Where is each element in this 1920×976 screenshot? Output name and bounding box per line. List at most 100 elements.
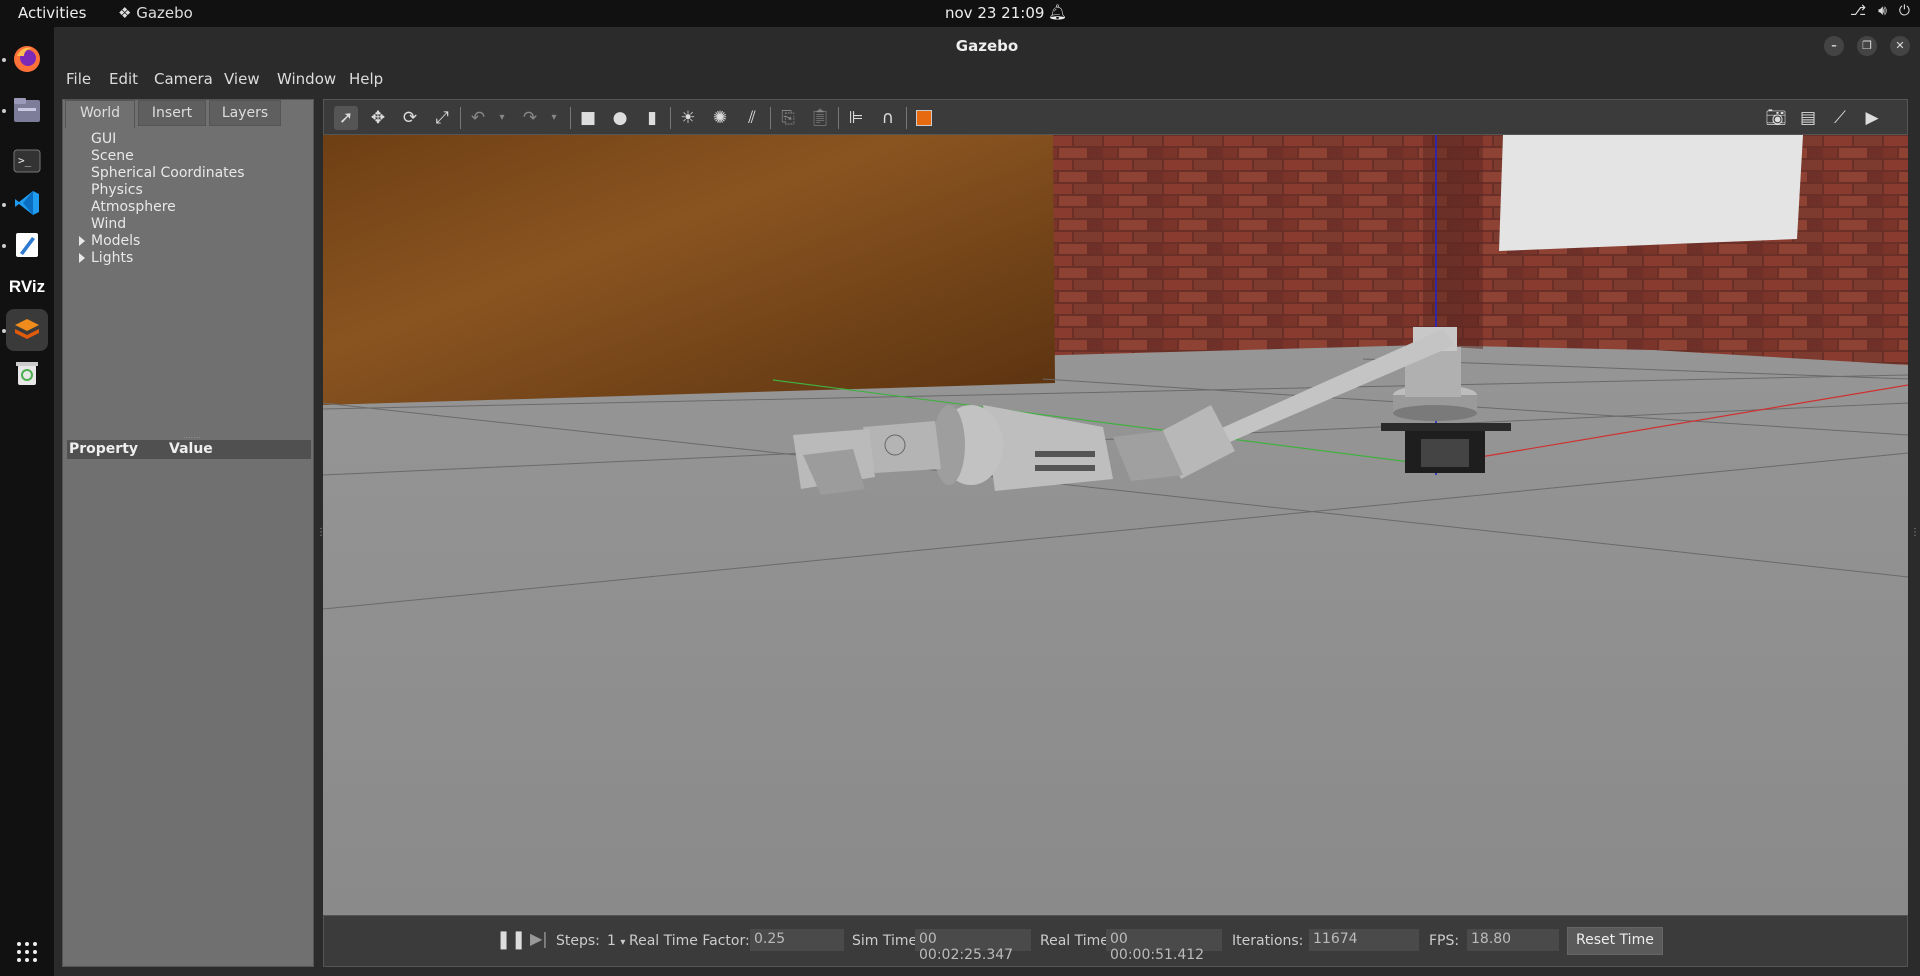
right-panel-resize-handle[interactable]: ⋮ bbox=[1910, 527, 1920, 538]
expand-arrow-icon[interactable] bbox=[79, 253, 85, 263]
fps-field: 18.80 bbox=[1467, 929, 1559, 951]
rotate-mode-icon[interactable]: ⟳ bbox=[398, 106, 422, 130]
menu-camera[interactable]: Camera bbox=[154, 70, 213, 88]
box-shape-icon[interactable]: ■ bbox=[576, 106, 600, 130]
snap-magnet-icon[interactable]: ∩ bbox=[876, 106, 900, 130]
menu-bar: File Edit Camera View Window Help bbox=[54, 64, 1920, 92]
sim-time-label: Sim Time: bbox=[852, 933, 922, 949]
sim-time-field: 00 00:02:25.347 bbox=[915, 929, 1031, 963]
wood-panel bbox=[323, 135, 1055, 405]
gazebo-window: Gazebo – ❐ ✕ File Edit Camera View Windo… bbox=[54, 27, 1920, 976]
vscode-icon[interactable] bbox=[6, 182, 48, 224]
minimize-icon[interactable]: – bbox=[1824, 36, 1844, 56]
redo-icon[interactable]: ↷ bbox=[518, 106, 542, 130]
toolbar: ➚ ✥ ⟳ ⤢ ↶ ▾ ↷ ▾ ■ ● ▮ ☀ ✺ ⫽ ⎘ 📋︎ ⊫ ∩ 📷︎ bbox=[323, 99, 1908, 135]
video-record-icon[interactable]: ▶ bbox=[1860, 106, 1884, 130]
firefox-icon[interactable] bbox=[6, 38, 48, 80]
select-mode-icon[interactable]: ➚ bbox=[334, 106, 358, 130]
toolbar-separator bbox=[770, 107, 771, 129]
bottom-status-bar: ❚❚ ▶| Steps: 1 ▾ Real Time Factor: 0.25 … bbox=[323, 915, 1908, 967]
maximize-icon[interactable]: ❐ bbox=[1857, 36, 1877, 56]
steps-value[interactable]: 1 ▾ bbox=[607, 933, 625, 949]
real-time-field: 00 00:00:51.412 bbox=[1106, 929, 1222, 963]
system-top-bar: Activities ❖ Gazebo nov 23 21:09 🔔︎ ⎇ 🔊︎… bbox=[0, 0, 1920, 27]
tree-item-physics[interactable]: Physics bbox=[91, 182, 143, 199]
align-icon[interactable]: ⊫ bbox=[844, 106, 868, 130]
property-column-header: Property bbox=[69, 441, 139, 457]
menu-file[interactable]: File bbox=[66, 70, 91, 88]
screenshot-icon[interactable]: 📷︎ bbox=[1764, 106, 1788, 130]
sphere-shape-icon[interactable]: ● bbox=[608, 106, 632, 130]
3d-viewport[interactable] bbox=[323, 135, 1908, 915]
steps-value-text: 1 bbox=[607, 933, 616, 949]
toolbar-separator bbox=[838, 107, 839, 129]
tree-item-spherical-coordinates[interactable]: Spherical Coordinates bbox=[91, 165, 245, 182]
rviz-label: RViz bbox=[8, 277, 46, 296]
tree-item-scene[interactable]: Scene bbox=[91, 148, 134, 165]
tree-item-wind[interactable]: Wind bbox=[91, 216, 126, 233]
close-icon[interactable]: ✕ bbox=[1890, 36, 1910, 56]
cylinder-shape-icon[interactable]: ▮ bbox=[640, 106, 664, 130]
undo-icon[interactable]: ↶ bbox=[466, 106, 490, 130]
tree-item-models-label: Models bbox=[91, 233, 141, 249]
reset-time-button[interactable]: Reset Time bbox=[1567, 927, 1663, 955]
gazebo-small-icon: ❖ bbox=[118, 4, 137, 22]
fps-label: FPS: bbox=[1429, 933, 1460, 949]
window-title: Gazebo bbox=[955, 37, 1019, 55]
menu-window[interactable]: Window bbox=[277, 70, 336, 88]
tab-insert[interactable]: Insert bbox=[138, 100, 206, 126]
splitter-handle[interactable]: ....... bbox=[183, 431, 201, 440]
spot-light-icon[interactable]: ✺ bbox=[708, 106, 732, 130]
title-bar[interactable]: Gazebo – ❐ ✕ bbox=[54, 27, 1920, 64]
translate-mode-icon[interactable]: ✥ bbox=[366, 106, 390, 130]
tree-item-lights[interactable]: Lights bbox=[79, 250, 133, 267]
tree-item-models[interactable]: Models bbox=[79, 233, 141, 250]
undo-dropdown-icon[interactable]: ▾ bbox=[490, 106, 514, 130]
log-icon[interactable]: ▤ bbox=[1796, 106, 1820, 130]
notification-bell-icon[interactable]: 🔔︎ bbox=[1048, 3, 1067, 21]
toolbar-separator bbox=[460, 107, 461, 129]
iterations-label: Iterations: bbox=[1232, 933, 1304, 949]
clock[interactable]: nov 23 21:09 bbox=[945, 4, 1044, 22]
text-editor-icon[interactable] bbox=[6, 224, 48, 266]
app-grid-icon[interactable] bbox=[6, 931, 48, 973]
point-light-icon[interactable]: ☀ bbox=[676, 106, 700, 130]
trash-icon[interactable] bbox=[6, 352, 48, 394]
terminal-icon[interactable]: >_ bbox=[6, 140, 48, 182]
value-column-header: Value bbox=[169, 441, 213, 457]
scene-render[interactable] bbox=[323, 135, 1908, 915]
iterations-field: 11674 bbox=[1309, 929, 1419, 951]
toolbar-separator bbox=[906, 107, 907, 129]
steps-dropdown-icon: ▾ bbox=[620, 937, 626, 948]
rtf-field: 0.25 bbox=[750, 929, 844, 951]
gazebo-icon[interactable] bbox=[6, 309, 48, 351]
activities-button[interactable]: Activities bbox=[18, 4, 86, 22]
expand-arrow-icon[interactable] bbox=[79, 236, 85, 246]
copy-icon[interactable]: ⎘ bbox=[776, 106, 800, 130]
tab-world[interactable]: World bbox=[65, 100, 135, 128]
volume-icon: 🔊︎ bbox=[1878, 3, 1887, 19]
plot-icon[interactable]: ⟋ bbox=[1828, 106, 1852, 130]
view-angle-icon[interactable] bbox=[912, 106, 936, 130]
system-tray[interactable]: ⎇ 🔊︎ ⏻ bbox=[1850, 3, 1910, 19]
paste-icon[interactable]: 📋︎ bbox=[808, 106, 832, 130]
toolbar-separator bbox=[670, 107, 671, 129]
tree-item-gui[interactable]: GUI bbox=[91, 131, 116, 148]
left-panel: World Insert Layers GUI Scene Spherical … bbox=[62, 99, 314, 967]
menu-view[interactable]: View bbox=[224, 70, 260, 88]
tab-layers[interactable]: Layers bbox=[209, 100, 281, 126]
pause-icon[interactable]: ❚❚ bbox=[496, 929, 526, 951]
wall-corner-shadow bbox=[1423, 135, 1483, 349]
directional-light-icon[interactable]: ⫽ bbox=[740, 106, 764, 130]
network-icon: ⎇ bbox=[1849, 3, 1867, 19]
step-icon[interactable]: ▶| bbox=[530, 929, 548, 951]
menu-help[interactable]: Help bbox=[349, 70, 383, 88]
rviz-icon[interactable]: RViz bbox=[6, 266, 48, 308]
files-icon[interactable] bbox=[6, 89, 48, 131]
tree-item-atmosphere[interactable]: Atmosphere bbox=[91, 199, 176, 216]
focused-app-menu[interactable]: ❖ Gazebo bbox=[118, 4, 193, 22]
toolbar-separator bbox=[570, 107, 571, 129]
menu-edit[interactable]: Edit bbox=[109, 70, 138, 88]
redo-dropdown-icon[interactable]: ▾ bbox=[542, 106, 566, 130]
scale-mode-icon[interactable]: ⤢ bbox=[430, 106, 454, 130]
